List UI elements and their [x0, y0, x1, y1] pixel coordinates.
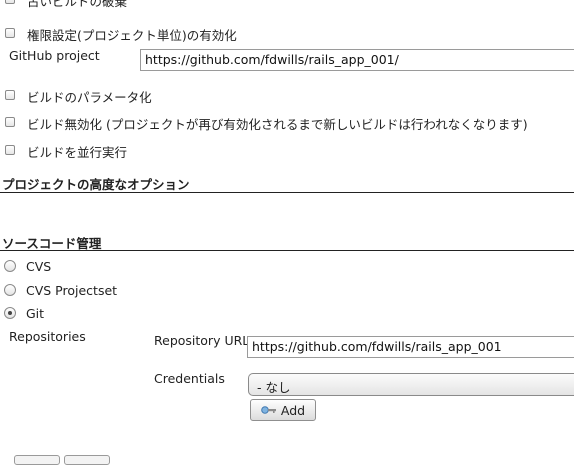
save-button[interactable]	[14, 455, 60, 465]
key-icon	[261, 406, 276, 414]
add-button-label: Add	[280, 402, 306, 418]
credentials-label: Credentials	[154, 371, 225, 386]
github-project-label: GitHub project	[9, 48, 100, 63]
repository-url-input[interactable]: https://github.com/fdwills/rails_app_001	[247, 336, 574, 358]
repository-url-label: Repository URL	[154, 333, 250, 348]
advanced-options-divider	[0, 192, 574, 193]
disable-build-checkbox[interactable]	[5, 117, 15, 127]
add-credentials-button[interactable]: Add	[250, 399, 316, 421]
credentials-select[interactable]: - なし	[248, 373, 574, 396]
discard-old-builds-checkbox[interactable]	[5, 0, 15, 4]
github-project-input[interactable]: https://github.com/fdwills/rails_app_001…	[140, 49, 574, 71]
scm-label-cvs-projectset: CVS Projectset	[26, 283, 118, 298]
disable-build-label: ビルド無効化 (プロジェクトが再び有効化されるまで新しいビルドは行われなくなりま…	[27, 117, 528, 132]
scm-divider	[0, 250, 574, 251]
scm-label-cvs: CVS	[26, 259, 52, 274]
apply-button[interactable]	[64, 455, 110, 465]
concurrent-build-label: ビルドを並行実行	[27, 145, 128, 160]
scm-radio-cvs-projectset[interactable]	[4, 284, 16, 296]
concurrent-build-checkbox[interactable]	[5, 145, 15, 155]
discard-old-builds-label: 古いビルドの破棄	[27, 0, 128, 9]
parameterized-build-checkbox[interactable]	[5, 90, 15, 100]
parameterized-build-label: ビルドのパラメータ化	[27, 90, 152, 105]
project-security-label: 権限設定(プロジェクト単位)の有効化	[27, 28, 237, 43]
scm-radio-cvs[interactable]	[4, 260, 16, 272]
scm-label-git: Git	[26, 306, 45, 321]
scm-radio-git[interactable]	[4, 307, 16, 319]
advanced-options-heading[interactable]: プロジェクトの高度なオプション	[2, 174, 190, 193]
project-security-checkbox[interactable]	[5, 28, 15, 38]
repositories-label: Repositories	[9, 329, 86, 344]
